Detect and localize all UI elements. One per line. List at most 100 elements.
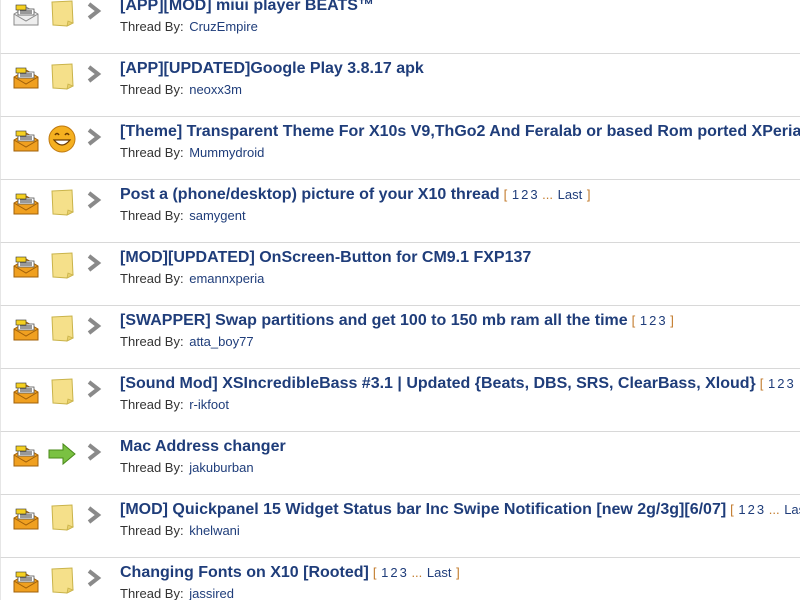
page-link[interactable]: 3	[400, 565, 407, 580]
page-link[interactable]: 2	[748, 502, 755, 517]
note-icon	[47, 61, 77, 91]
page-link[interactable]: 3	[658, 313, 665, 328]
thread-author-link[interactable]: atta_boy77	[189, 334, 253, 349]
thread-by-label: Thread By:	[120, 460, 184, 475]
thread-title-link[interactable]: Post a (phone/desktop) picture of your X…	[120, 186, 500, 203]
page-link[interactable]: 2	[649, 313, 656, 328]
thread-title-line: [Theme] Transparent Theme For X10s V9,Th…	[120, 123, 800, 141]
thread-row[interactable]: Post a (phone/desktop) picture of your X…	[0, 180, 800, 243]
thread-title-line: Changing Fonts on X10 [Rooted] [ 123 ... …	[120, 564, 460, 582]
page-link[interactable]: 3	[786, 376, 793, 391]
thread-title-link[interactable]: [MOD] Quickpanel 15 Widget Status bar In…	[120, 501, 726, 518]
thread-title-line: [APP][MOD] miui player BEATS™	[120, 0, 374, 15]
pagination-ellipsis: ...	[407, 565, 426, 580]
pagination-ellipsis: ...	[538, 187, 557, 202]
thread-author-link[interactable]: jakuburban	[189, 460, 253, 475]
thread-title-link[interactable]: Mac Address changer	[120, 438, 286, 455]
thread-row[interactable]: [APP][MOD] miui player BEATS™ Thread By: …	[0, 0, 800, 54]
envelope-hot-icon	[12, 66, 40, 90]
last-page-link[interactable]: Las	[784, 502, 800, 517]
thread-row[interactable]: [MOD][UPDATED] OnScreen-Button for CM9.1…	[0, 243, 800, 306]
envelope-hot-icon	[12, 444, 40, 468]
last-page-link[interactable]: Last	[427, 565, 452, 580]
thread-byline: Thread By: r-ikfoot	[120, 397, 229, 412]
go-to-first-unread-icon[interactable]	[85, 253, 103, 273]
smiley-icon	[47, 124, 77, 154]
go-to-first-unread-icon[interactable]	[85, 127, 103, 147]
thread-byline: Thread By: samygent	[120, 208, 246, 223]
page-link[interactable]: 1	[768, 376, 775, 391]
go-to-first-unread-icon[interactable]	[85, 379, 103, 399]
thread-title-link[interactable]: [MOD][UPDATED] OnScreen-Button for CM9.1…	[120, 249, 531, 266]
thread-by-label: Thread By:	[120, 334, 184, 349]
pagination-open-bracket: [	[631, 313, 636, 328]
thread-author-link[interactable]: khelwani	[189, 523, 240, 538]
go-to-first-unread-icon[interactable]	[85, 442, 103, 462]
thread-author-link[interactable]: neoxx3m	[189, 82, 242, 97]
thread-title-link[interactable]: [SWAPPER] Swap partitions and get 100 to…	[120, 312, 628, 329]
page-link[interactable]: 1	[381, 565, 388, 580]
thread-author-link[interactable]: CruzEmpire	[189, 19, 258, 34]
thread-byline: Thread By: khelwani	[120, 523, 240, 538]
thread-row[interactable]: [APP][UPDATED]Google Play 3.8.17 apk Thre…	[0, 54, 800, 117]
thread-pagination: [ 123 ]	[632, 313, 674, 328]
thread-row[interactable]: [Sound Mod] XSIncredibleBass #3.1 | Upda…	[0, 369, 800, 432]
page-link[interactable]: 1	[738, 502, 745, 517]
thread-row[interactable]: [Theme] Transparent Theme For X10s V9,Th…	[0, 117, 800, 180]
go-to-first-unread-icon[interactable]	[85, 190, 103, 210]
thread-byline: Thread By: atta_boy77	[120, 334, 254, 349]
thread-byline: Thread By: emannxperia	[120, 271, 264, 286]
go-to-first-unread-icon[interactable]	[85, 505, 103, 525]
envelope-read-icon	[12, 3, 40, 27]
thread-title-line: [MOD] Quickpanel 15 Widget Status bar In…	[120, 501, 800, 519]
note-icon	[47, 313, 77, 343]
note-icon	[47, 250, 77, 280]
thread-title-link[interactable]: [Sound Mod] XSIncredibleBass #3.1 | Upda…	[120, 375, 756, 392]
page-link[interactable]: 3	[530, 187, 537, 202]
page-link[interactable]: 1	[512, 187, 519, 202]
thread-title-line: [SWAPPER] Swap partitions and get 100 to…	[120, 312, 674, 330]
thread-by-label: Thread By:	[120, 271, 184, 286]
thread-list: [APP][MOD] miui player BEATS™ Thread By: …	[0, 0, 800, 600]
page-link[interactable]: 1	[640, 313, 647, 328]
thread-title-link[interactable]: [Theme] Transparent Theme For X10s V9,Th…	[120, 123, 800, 140]
thread-title-link[interactable]: [APP][UPDATED]Google Play 3.8.17 apk	[120, 60, 424, 77]
thread-row[interactable]: [MOD] Quickpanel 15 Widget Status bar In…	[0, 495, 800, 558]
thread-author-link[interactable]: emannxperia	[189, 271, 264, 286]
thread-row[interactable]: [SWAPPER] Swap partitions and get 100 to…	[0, 306, 800, 369]
last-page-link[interactable]: Last	[558, 187, 583, 202]
thread-row[interactable]: Changing Fonts on X10 [Rooted] [ 123 ... …	[0, 558, 800, 600]
thread-pagination: [ 123 ... Las	[730, 502, 800, 517]
green-arrow-icon	[47, 439, 77, 469]
page-link[interactable]: 2	[777, 376, 784, 391]
thread-by-label: Thread By:	[120, 19, 184, 34]
pagination-open-bracket: [	[759, 376, 764, 391]
thread-byline: Thread By: CruzEmpire	[120, 19, 258, 34]
thread-row[interactable]: Mac Address changer Thread By: jakuburban	[0, 432, 800, 495]
thread-byline: Thread By: neoxx3m	[120, 82, 242, 97]
go-to-first-unread-icon[interactable]	[85, 568, 103, 588]
thread-byline: Thread By: jakuburban	[120, 460, 254, 475]
go-to-first-unread-icon[interactable]	[85, 64, 103, 84]
envelope-hot-icon	[12, 192, 40, 216]
page-link[interactable]: 2	[390, 565, 397, 580]
envelope-hot-icon	[12, 318, 40, 342]
thread-title-line: [Sound Mod] XSIncredibleBass #3.1 | Upda…	[120, 375, 795, 393]
thread-author-link[interactable]: jassired	[189, 586, 234, 600]
thread-title-link[interactable]: Changing Fonts on X10 [Rooted]	[120, 564, 369, 581]
note-icon	[47, 502, 77, 532]
pagination-open-bracket: [	[372, 565, 377, 580]
thread-author-link[interactable]: Mummydroid	[189, 145, 264, 160]
go-to-first-unread-icon[interactable]	[85, 316, 103, 336]
go-to-first-unread-icon[interactable]	[85, 1, 103, 21]
page-link[interactable]: 2	[521, 187, 528, 202]
pagination-open-bracket: [	[730, 502, 734, 517]
page-link[interactable]: 3	[757, 502, 764, 517]
thread-author-link[interactable]: r-ikfoot	[189, 397, 229, 412]
pagination-ellipsis: ...	[765, 502, 784, 517]
thread-author-link[interactable]: samygent	[189, 208, 245, 223]
note-icon	[47, 187, 77, 217]
thread-by-label: Thread By:	[120, 586, 184, 600]
pagination-close-bracket: ]	[670, 313, 674, 328]
thread-title-link[interactable]: [APP][MOD] miui player BEATS™	[120, 0, 374, 14]
